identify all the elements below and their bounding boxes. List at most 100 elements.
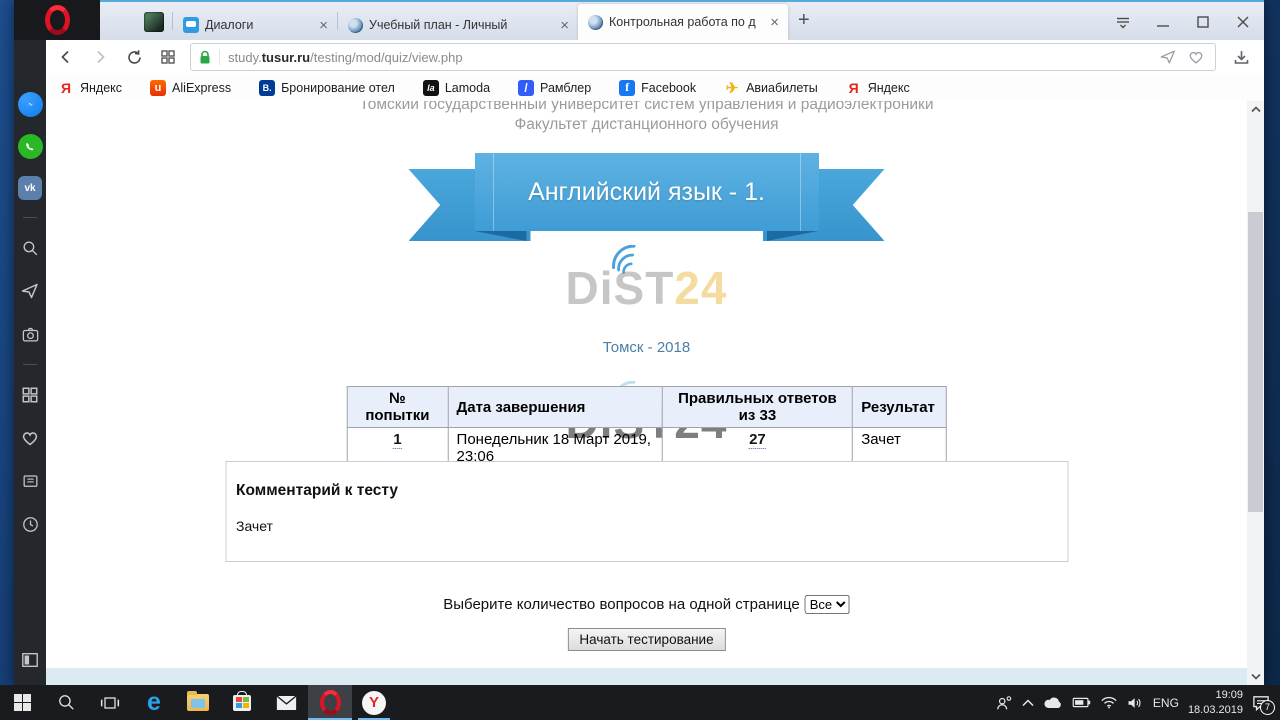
address-bar[interactable]: study.tusur.ru/testing/mod/quiz/view.php — [190, 43, 1216, 71]
sidebar-divider — [23, 217, 37, 218]
tab-close-icon[interactable]: × — [316, 17, 331, 34]
taskbar-yandex-icon[interactable]: Y — [352, 685, 396, 720]
comment-body: Зачет — [236, 518, 1067, 534]
tab-label: Учебный план - Личный — [369, 18, 507, 32]
sidebar-divider — [23, 364, 37, 365]
tusur-logo-icon — [588, 15, 603, 30]
forward-icon[interactable] — [86, 44, 114, 70]
secure-lock-icon[interactable] — [191, 49, 220, 65]
edge-icon[interactable]: e — [132, 685, 176, 720]
speed-dial-icon[interactable] — [17, 382, 43, 408]
scrollbar-thumb[interactable] — [1248, 212, 1263, 512]
bookmark-heart-icon[interactable] — [1187, 48, 1205, 66]
opera-menu-button[interactable] — [14, 0, 100, 40]
correct-answers-link[interactable]: 27 — [749, 431, 766, 449]
back-icon[interactable] — [52, 44, 80, 70]
bookmark-yandex-2[interactable]: ЯЯндекс — [846, 80, 910, 96]
messenger-icon[interactable] — [18, 92, 43, 117]
minimize-button[interactable] — [1150, 10, 1176, 34]
bookmark-lamoda[interactable]: laLamoda — [423, 80, 490, 96]
personal-news-icon[interactable] — [17, 468, 43, 494]
pinned-tab-thumbnail[interactable] — [144, 12, 164, 32]
bookmark-aviabilety[interactable]: ✈Авиабилеты — [724, 80, 818, 96]
volume-icon[interactable] — [1127, 696, 1144, 710]
close-window-button[interactable] — [1230, 10, 1256, 34]
questions-per-page-select[interactable]: Все — [805, 595, 850, 614]
wifi-arcs-icon — [608, 245, 650, 275]
city-year-subtitle: Томск - 2018 — [603, 339, 690, 356]
bookmark-yandex[interactable]: ЯЯндекс — [58, 80, 122, 96]
my-flow-icon[interactable] — [17, 278, 43, 304]
tab-study-plan[interactable]: Учебный план - Личный × — [338, 10, 578, 40]
bookmark-aliexpress[interactable]: uAliExpress — [150, 80, 231, 96]
taskbar-search-icon[interactable] — [44, 685, 88, 720]
col-header-finished: Дата завершения — [448, 387, 662, 428]
dist24-logo: DiST24 — [566, 261, 728, 315]
bookmark-rambler[interactable]: /Рамблер — [518, 80, 591, 96]
wifi-icon[interactable] — [1100, 696, 1118, 709]
bookmark-label: Facebook — [641, 81, 696, 95]
browser-toolbar: study.tusur.ru/testing/mod/quiz/view.php — [46, 40, 1264, 74]
scroll-down-icon[interactable] — [1247, 668, 1264, 685]
search-icon[interactable] — [17, 235, 43, 261]
sidebar-settings-icon[interactable] — [17, 647, 43, 673]
start-button[interactable] — [0, 685, 44, 720]
bookmark-label: Lamoda — [445, 81, 490, 95]
whatsapp-icon[interactable] — [18, 134, 43, 159]
bookmark-booking[interactable]: B.Бронирование отел — [259, 80, 395, 96]
url-path: /testing/mod/quiz/view.php — [310, 50, 462, 65]
maximize-button[interactable] — [1190, 10, 1216, 34]
battery-icon[interactable] — [1072, 697, 1091, 708]
url-prefix: study. — [228, 50, 262, 65]
tab-close-icon[interactable]: × — [557, 17, 572, 34]
tusur-logo-icon — [348, 18, 363, 33]
snapshot-camera-icon[interactable] — [17, 321, 43, 347]
university-line1: Томский государственный университет сист… — [46, 101, 1247, 115]
comment-title: Комментарий к тесту — [236, 482, 1067, 500]
vk-icon[interactable]: vk — [18, 176, 42, 200]
university-line2: Факультет дистанционного обучения — [46, 115, 1247, 135]
attempts-table-wrap: № попытки Дата завершения Правильных отв… — [346, 386, 947, 473]
windows-logo-icon — [14, 694, 31, 711]
tab-quiz-active[interactable]: Контрольная работа по д × — [578, 4, 788, 40]
attempts-table: № попытки Дата завершения Правильных отв… — [346, 386, 947, 473]
microsoft-store-icon[interactable] — [220, 685, 264, 720]
tab-close-icon[interactable]: × — [767, 14, 782, 31]
bookmark-label: Рамблер — [540, 81, 591, 95]
opera-logo-icon — [45, 5, 70, 35]
tab-menu-icon[interactable] — [1110, 10, 1136, 34]
comment-box: Комментарий к тесту Зачет — [225, 461, 1068, 562]
windows-taskbar: e Y ENG 19:09 18.03.2019 — [0, 685, 1280, 720]
tray-expand-chevron-icon[interactable] — [1022, 699, 1034, 707]
task-view-icon[interactable] — [88, 685, 132, 720]
onedrive-cloud-icon[interactable] — [1043, 696, 1063, 709]
bookmark-label: Яндекс — [80, 81, 122, 95]
airplane-icon: ✈ — [724, 80, 740, 96]
language-indicator[interactable]: ENG — [1153, 696, 1179, 710]
taskbar-opera-icon[interactable] — [308, 685, 352, 720]
attempt-number-link[interactable]: 1 — [393, 431, 401, 449]
bookmarks-heart-icon[interactable] — [17, 425, 43, 451]
tab-label: Диалоги — [205, 18, 253, 32]
logo-text-24: 24 — [674, 262, 727, 314]
url-text: study.tusur.ru/testing/mod/quiz/view.php — [228, 50, 463, 65]
file-explorer-icon[interactable] — [176, 685, 220, 720]
speed-dial-grid-icon[interactable] — [154, 44, 182, 70]
taskbar-time: 19:09 — [1188, 688, 1243, 702]
reload-icon[interactable] — [120, 44, 148, 70]
vertical-scrollbar[interactable] — [1247, 101, 1264, 685]
start-test-button[interactable]: Начать тестирование — [567, 628, 725, 651]
share-flow-icon[interactable] — [1159, 48, 1177, 66]
tab-dialogs[interactable]: Диалоги × — [173, 10, 337, 40]
mail-icon[interactable] — [264, 685, 308, 720]
people-icon[interactable] — [995, 695, 1013, 711]
downloads-icon[interactable] — [1226, 44, 1256, 70]
scroll-up-icon[interactable] — [1247, 101, 1264, 118]
history-clock-icon[interactable] — [17, 511, 43, 537]
browser-window: Диалоги × Учебный план - Личный × Контро… — [14, 0, 1264, 685]
bookmark-facebook[interactable]: fFacebook — [619, 80, 696, 96]
taskbar-clock[interactable]: 19:09 18.03.2019 — [1188, 688, 1243, 717]
new-tab-button[interactable]: + — [798, 9, 810, 32]
chat-bubble-icon — [183, 17, 199, 33]
action-center-icon[interactable]: 7 — [1252, 695, 1270, 711]
